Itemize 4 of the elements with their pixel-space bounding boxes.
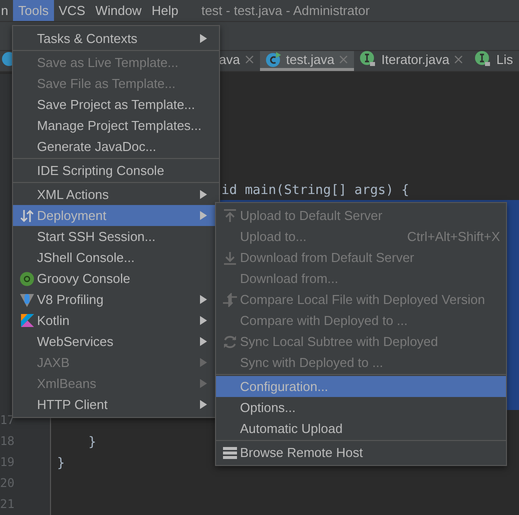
code-line: } xyxy=(57,456,65,471)
code-line: id main(String[] args) { xyxy=(221,182,410,198)
window-title: test - test.java - Administrator xyxy=(201,2,370,20)
code-line: } xyxy=(88,434,96,450)
